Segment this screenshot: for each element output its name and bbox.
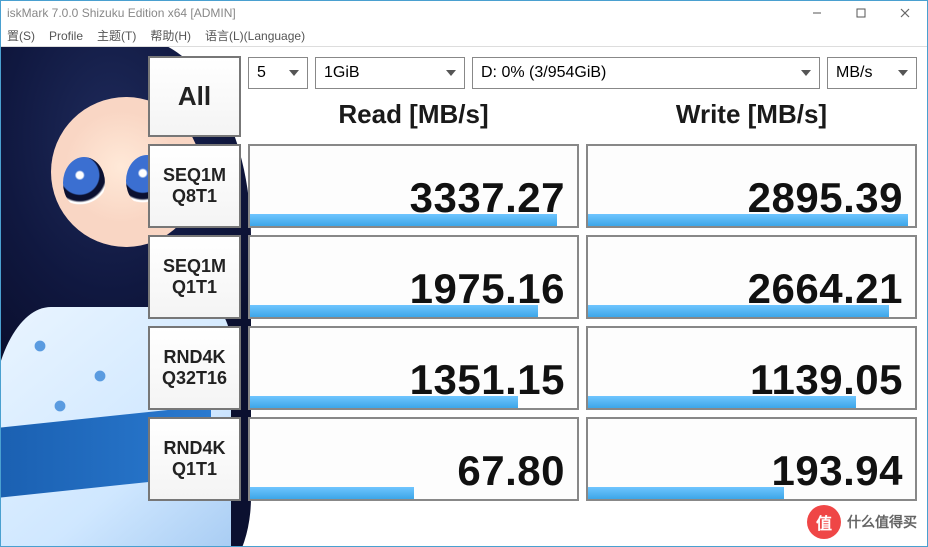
test-button-label2: Q32T16 [162,368,227,389]
test-button-label1: SEQ1M [163,165,226,186]
watermark-text: 什么值得买 [847,512,917,532]
read-result-cell: 1351.15 [248,326,579,410]
test-button-SEQ1M-Q8T1[interactable]: SEQ1MQ8T1 [148,144,241,228]
write-value: 2895.39 [748,174,903,222]
drive-select[interactable]: D: 0% (3/954GiB) [472,57,820,89]
read-value: 1975.16 [410,265,565,313]
window-maximize-button[interactable] [839,1,883,25]
test-row: SEQ1MQ8T1 3337.27 2895.39 [148,144,917,228]
test-button-label1: SEQ1M [163,256,226,277]
test-button-label2: Q8T1 [172,186,217,207]
read-result-cell: 67.80 [248,417,579,501]
menu-help[interactable]: 帮助(H) [150,27,191,44]
all-button-label: All [178,81,211,112]
unit-value: MB/s [836,64,898,82]
watermark-logo-icon: 值 [807,505,841,539]
menu-language[interactable]: 语言(L)(Language) [205,27,305,44]
write-result-cell: 2664.21 [586,235,917,319]
unit-select[interactable]: MB/s [827,57,917,89]
read-result-cell: 3337.27 [248,144,579,228]
run-count-value: 5 [257,64,289,82]
write-result-cell: 2895.39 [586,144,917,228]
write-result-cell: 193.94 [586,417,917,501]
read-value: 67.80 [457,447,565,495]
write-value: 1139.05 [750,356,903,404]
test-row: RND4KQ1T1 67.80 193.94 [148,417,917,501]
test-button-RND4K-Q1T1[interactable]: RND4KQ1T1 [148,417,241,501]
test-row: SEQ1MQ1T1 1975.16 2664.21 [148,235,917,319]
read-column-header: Read [MB/s] [248,92,579,137]
chevron-down-icon [446,70,456,76]
menu-settings[interactable]: 置(S) [7,27,35,44]
read-bar [250,487,414,499]
test-button-label2: Q1T1 [172,459,217,480]
watermark: 值 什么值得买 [807,498,927,546]
window-titlebar: iskMark 7.0.0 Shizuku Edition x64 [ADMIN… [1,1,927,25]
test-button-label2: Q1T1 [172,277,217,298]
write-column-header: Write [MB/s] [586,92,917,137]
menu-profile[interactable]: Profile [49,29,83,43]
test-size-value: 1GiB [324,64,446,82]
write-value: 193.94 [772,447,903,495]
test-size-select[interactable]: 1GiB [315,57,465,89]
write-result-cell: 1139.05 [586,326,917,410]
window-minimize-button[interactable] [795,1,839,25]
all-button[interactable]: All [148,56,241,137]
read-value: 1351.15 [410,356,565,404]
test-button-SEQ1M-Q1T1[interactable]: SEQ1MQ1T1 [148,235,241,319]
write-value: 2664.21 [748,265,903,313]
chevron-down-icon [801,70,811,76]
window-close-button[interactable] [883,1,927,25]
test-button-label1: RND4K [163,347,225,368]
read-result-cell: 1975.16 [248,235,579,319]
run-count-select[interactable]: 5 [248,57,308,89]
test-button-label1: RND4K [163,438,225,459]
window-title: iskMark 7.0.0 Shizuku Edition x64 [ADMIN… [7,6,795,20]
test-row: RND4KQ32T16 1351.15 1139.05 [148,326,917,410]
drive-value: D: 0% (3/954GiB) [481,64,801,82]
test-button-RND4K-Q32T16[interactable]: RND4KQ32T16 [148,326,241,410]
write-bar [588,487,784,499]
read-value: 3337.27 [410,174,565,222]
menu-theme[interactable]: 主题(T) [97,27,136,44]
chevron-down-icon [289,70,299,76]
chevron-down-icon [898,70,908,76]
menu-bar: 置(S) Profile 主题(T) 帮助(H) 语言(L)(Language) [1,25,927,47]
